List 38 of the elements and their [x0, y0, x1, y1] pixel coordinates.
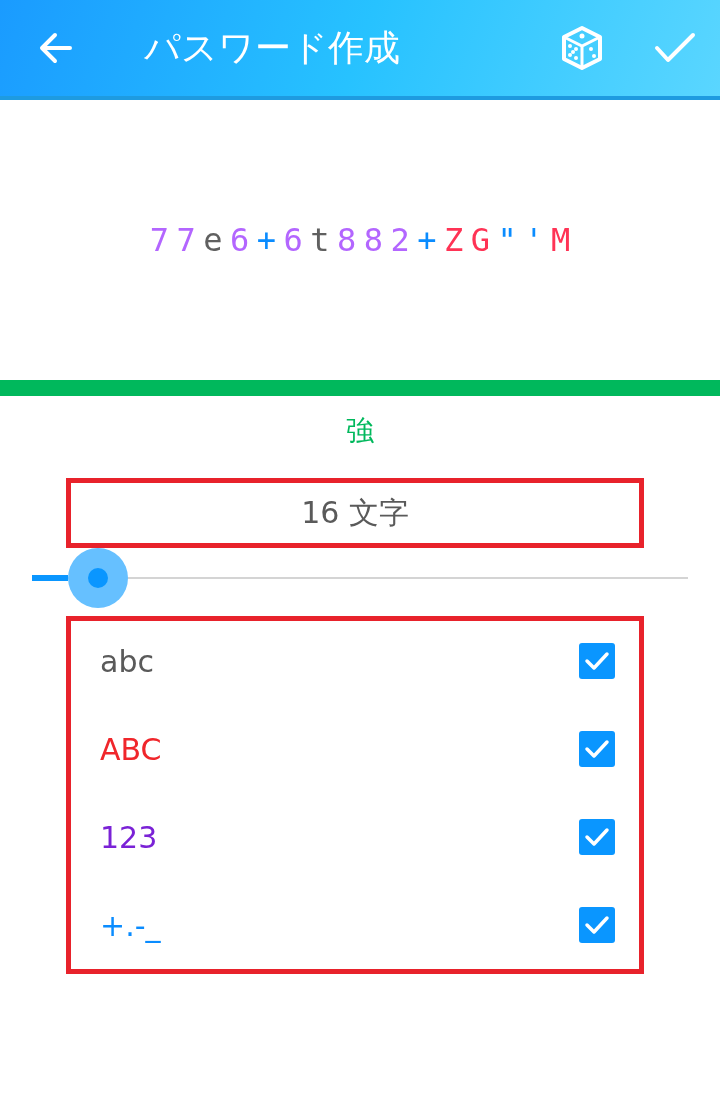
length-slider[interactable]: [32, 548, 688, 608]
check-icon: [584, 827, 610, 847]
option-label: abc: [100, 643, 154, 679]
password-character: t: [310, 221, 330, 259]
password-character: 8: [363, 221, 383, 259]
password-character: M: [551, 221, 571, 259]
checkbox[interactable]: [579, 731, 615, 767]
dice-button[interactable]: [560, 25, 604, 71]
option-label: ABC: [100, 731, 162, 767]
password-character: ': [524, 221, 544, 259]
checkbox[interactable]: [579, 643, 615, 679]
password-character: +: [256, 221, 276, 259]
check-icon: [584, 739, 610, 759]
back-button[interactable]: [38, 30, 74, 66]
password-character: 2: [390, 221, 410, 259]
password-character: Z: [444, 221, 464, 259]
back-arrow-icon: [38, 30, 74, 66]
check-icon: [654, 32, 696, 64]
checkbox[interactable]: [579, 907, 615, 943]
option-label: +.-_: [100, 907, 161, 943]
checkbox[interactable]: [579, 819, 615, 855]
check-icon: [584, 915, 610, 935]
check-icon: [584, 651, 610, 671]
screen-title: パスワード作成: [144, 30, 401, 66]
password-character: +: [417, 221, 437, 259]
password-character: 8: [337, 221, 357, 259]
password-character: 7: [176, 221, 196, 259]
password-character: e: [203, 221, 223, 259]
password-character: 6: [229, 221, 250, 259]
password-character: 7: [149, 221, 169, 259]
confirm-button[interactable]: [654, 32, 696, 64]
password-character: 6: [283, 221, 303, 259]
password-character: ": [497, 221, 517, 259]
strength-label: 強: [346, 414, 374, 447]
option-label: 123: [100, 819, 158, 855]
length-display: 16 文字: [66, 478, 644, 548]
password-character: G: [470, 221, 491, 259]
dice-icon: [560, 25, 604, 71]
